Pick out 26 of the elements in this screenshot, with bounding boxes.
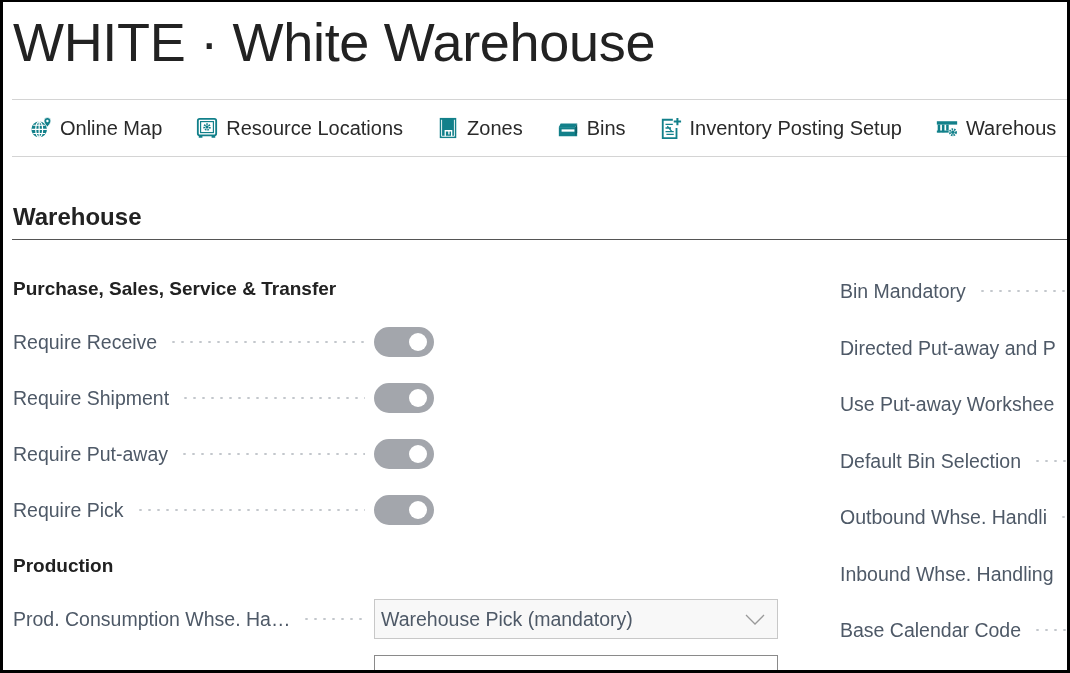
- toolbar-button[interactable]: Inventory Posting Setup: [657, 114, 904, 142]
- field-label: Prod. Consumption Whse. Ha…: [13, 607, 291, 632]
- field-label: Outbound Whse. Handli: [840, 505, 1048, 531]
- globe-pin-icon: [30, 117, 52, 139]
- safe-icon: [196, 117, 219, 139]
- toolbar-button[interactable]: Bins: [554, 114, 628, 142]
- field-label: Bin Mandatory: [840, 279, 966, 305]
- toolbar-button[interactable]: Warehous: [933, 114, 1059, 142]
- page-title: WHITE · White Warehouse: [13, 11, 656, 74]
- toolbar-button[interactable]: Zones: [435, 114, 525, 142]
- group-heading: Production: [13, 554, 114, 578]
- field-label: Base Calendar Code: [840, 618, 1022, 644]
- section-heading: Warehouse: [13, 202, 142, 232]
- group-heading: Purchase, Sales, Service & Transfer: [13, 277, 337, 301]
- field-label: Use Put-away Workshee: [840, 392, 1055, 418]
- field-label: Require Receive: [13, 330, 158, 355]
- toolbar-button[interactable]: Online Map: [28, 114, 165, 142]
- field-label: Default Bin Selection: [840, 448, 1022, 474]
- toolbar-button[interactable]: Resource Locations: [194, 114, 406, 142]
- field-label: Require Shipment: [13, 386, 170, 411]
- field-label: Inbound Whse. Handling: [840, 561, 1054, 587]
- field-label: Require Put-away: [13, 442, 168, 467]
- field-label: Directed Put-away and P: [840, 335, 1056, 361]
- field-label: Require Pick: [13, 498, 124, 523]
- chevron-down-icon: [745, 613, 765, 625]
- document-plus-icon: [659, 117, 682, 139]
